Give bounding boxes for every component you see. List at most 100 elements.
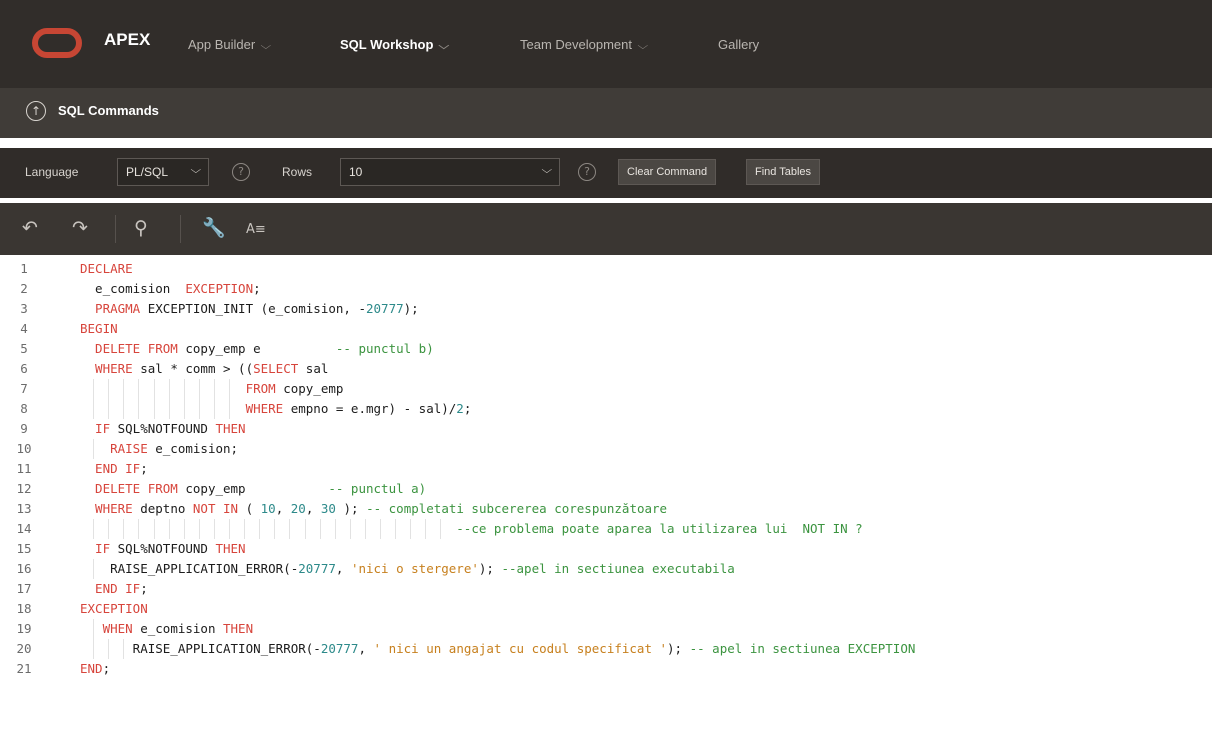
indent-guide [93, 399, 95, 419]
code-line[interactable]: 12 DELETE FROM copy_emp -- punctul a) [0, 479, 1212, 499]
code-text: IF SQL%NOTFOUND THEN [80, 419, 246, 439]
indent-guide [93, 519, 95, 539]
indent-guide [123, 639, 125, 659]
indent-guide [289, 519, 291, 539]
indent-guide [334, 519, 336, 539]
indent-guide [183, 379, 185, 399]
code-token: 2 [456, 401, 464, 416]
language-help-icon[interactable]: ? [232, 163, 250, 181]
find-tables-button[interactable]: Find Tables [746, 159, 821, 185]
chevron-down-icon: ⌵ [637, 41, 649, 52]
indent-guide [259, 519, 261, 539]
code-token: ); [335, 501, 367, 516]
code-line[interactable]: 14 --ce problema poate aparea la utiliza… [0, 519, 1212, 539]
nav-label: App Builder [188, 37, 256, 52]
rows-help-icon[interactable]: ? [578, 163, 596, 181]
nav-app-builder[interactable]: App Builder ⌵ [188, 37, 271, 52]
code-token: PRAGMA [80, 301, 141, 316]
code-line[interactable]: 7 FROM copy_emp [0, 379, 1212, 399]
code-line[interactable]: 6 WHERE sal * comm > ((SELECT sal [0, 359, 1212, 379]
indent-guide [123, 379, 125, 399]
code-text: RAISE_APPLICATION_ERROR(-20777, ' nici u… [80, 639, 916, 659]
code-line[interactable]: 1 DECLARE [0, 259, 1212, 279]
code-token: , [275, 501, 291, 516]
redo-icon[interactable]: ↷ [72, 217, 88, 239]
code-line[interactable]: 18 EXCEPTION [0, 599, 1212, 619]
code-line[interactable]: 9 IF SQL%NOTFOUND THEN [0, 419, 1212, 439]
code-text: DECLARE [80, 259, 133, 279]
line-number: 10 [16, 441, 32, 456]
code-text: WHERE deptno NOT IN ( 10, 20, 30 ); -- c… [80, 499, 667, 519]
code-token: ; [140, 461, 148, 476]
code-token: -- punctul b) [335, 341, 434, 356]
line-number: 13 [16, 501, 32, 516]
nav-label: SQL Workshop [340, 37, 434, 52]
code-line[interactable]: 20 RAISE_APPLICATION_ERROR(-20777, ' nic… [0, 639, 1212, 659]
toolbar-divider [115, 215, 116, 243]
code-line[interactable]: 4 BEGIN [0, 319, 1212, 339]
code-text: e_comision EXCEPTION; [80, 279, 261, 299]
code-line[interactable]: 2 e_comision EXCEPTION; [0, 279, 1212, 299]
code-editor[interactable]: 1 DECLARE 2 e_comision EXCEPTION; 3 PRAGMA … [0, 255, 1212, 753]
language-label: Language [25, 165, 79, 179]
editor-toolbar: ↶ ↷ ⚲ 🔧 A≡ [0, 203, 1212, 255]
code-token: WHERE [80, 361, 133, 376]
indent-guide [244, 519, 246, 539]
code-token: ' nici un angajat cu codul specificat ' [373, 641, 668, 656]
indent-guide [198, 379, 200, 399]
code-text: EXCEPTION [80, 599, 148, 619]
indent-guide [198, 519, 200, 539]
code-token: END IF [80, 461, 141, 476]
code-token: 20777 [298, 561, 336, 576]
line-number: 2 [20, 281, 28, 296]
code-token: e_comision; [147, 441, 239, 456]
code-token: RAISE_APPLICATION_ERROR(- [80, 561, 299, 576]
code-token: RAISE_APPLICATION_ERROR(- [80, 641, 321, 656]
rows-select[interactable]: 10 ⌵ [340, 158, 560, 186]
options-toolbar: Language PL/SQL ⌵ ? Rows 10 ⌵ ? Clear Co… [0, 148, 1212, 198]
code-token: deptno [132, 501, 193, 516]
code-token: END IF [80, 581, 141, 596]
code-line[interactable]: 13 WHERE deptno NOT IN ( 10, 20, 30 ); -… [0, 499, 1212, 519]
wrench-icon[interactable]: 🔧 [202, 217, 226, 239]
code-line[interactable]: 5 DELETE FROM copy_emp e -- punctul b) [0, 339, 1212, 359]
code-line[interactable]: 15 IF SQL%NOTFOUND THEN [0, 539, 1212, 559]
code-line[interactable]: 8 WHERE empno = e.mgr) - sal)/2; [0, 399, 1212, 419]
code-token: 20 [290, 501, 306, 516]
code-line[interactable]: 19 WHEN e_comision THEN [0, 619, 1212, 639]
line-number: 4 [20, 321, 28, 336]
top-navigation-bar: APEX App Builder ⌵ SQL Workshop ⌵ Team Dev… [0, 0, 1212, 88]
indent-guide [425, 519, 427, 539]
undo-icon[interactable]: ↶ [22, 217, 38, 239]
code-line[interactable]: 16 RAISE_APPLICATION_ERROR(-20777, 'nici… [0, 559, 1212, 579]
oracle-logo-icon[interactable] [32, 28, 82, 58]
nav-team-development[interactable]: Team Development ⌵ [520, 37, 649, 52]
code-line[interactable]: 11 END IF; [0, 459, 1212, 479]
format-icon[interactable]: A≡ [246, 219, 266, 241]
clear-command-button[interactable]: Clear Command [618, 159, 717, 185]
indent-guide [138, 519, 140, 539]
language-select[interactable]: PL/SQL ⌵ [117, 158, 209, 186]
brand-title[interactable]: APEX [104, 30, 150, 50]
indent-guide [123, 519, 125, 539]
code-token: -- completati subcererea corespunzătoare [366, 501, 668, 516]
code-token: WHEN [80, 621, 133, 636]
arrow-up-icon[interactable]: ↑ [26, 101, 46, 121]
line-number: 18 [16, 601, 32, 616]
indent-guide [153, 399, 155, 419]
nav-gallery[interactable]: Gallery [718, 37, 759, 52]
code-line[interactable]: 10 RAISE e_comision; [0, 439, 1212, 459]
code-line[interactable]: 17 END IF; [0, 579, 1212, 599]
code-line[interactable]: 3 PRAGMA EXCEPTION_INIT (e_comision, -20… [0, 299, 1212, 319]
code-line[interactable]: 21 END; [0, 659, 1212, 679]
indent-guide [108, 639, 110, 659]
search-icon[interactable]: ⚲ [134, 217, 148, 239]
indent-guide [93, 439, 95, 459]
indent-guide [123, 399, 125, 419]
toolbar-divider [180, 215, 181, 243]
code-text: DELETE FROM copy_emp -- punctul a) [80, 479, 426, 499]
nav-label: Gallery [718, 37, 760, 52]
indent-guide [395, 519, 397, 539]
nav-sql-workshop[interactable]: SQL Workshop ⌵ [340, 37, 450, 52]
code-text: END; [80, 659, 110, 679]
